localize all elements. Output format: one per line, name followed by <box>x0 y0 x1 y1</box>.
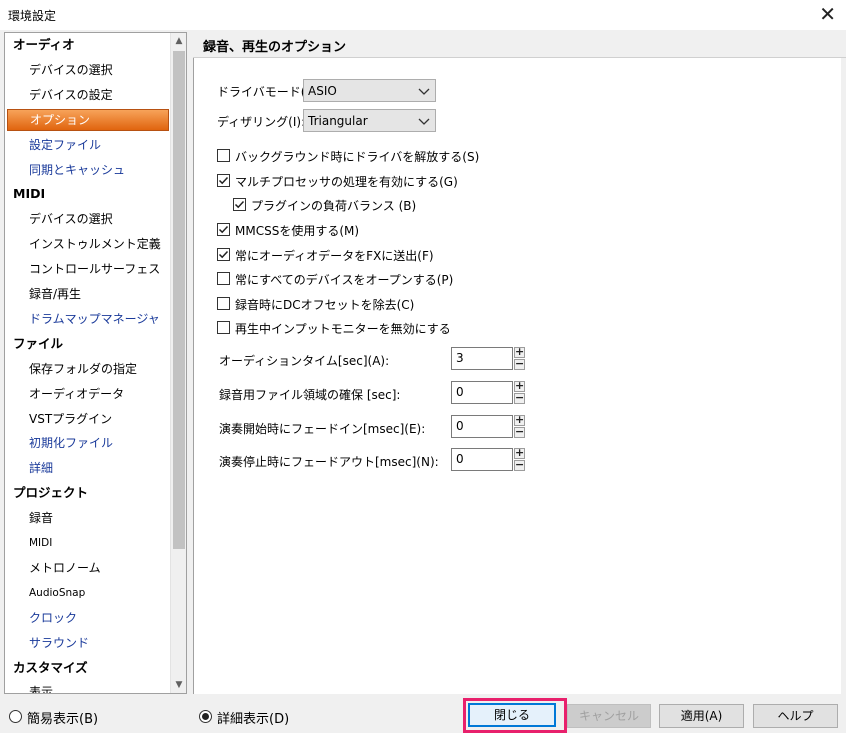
dithering-select[interactable]: Triangular <box>303 109 436 132</box>
tree-item[interactable]: インストゥルメント定義 <box>29 233 161 255</box>
checkbox-label: 常にオーディオデータをFXに送出(F) <box>235 249 434 263</box>
checkbox-label: 常にすべてのデバイスをオープンする(P) <box>235 273 454 287</box>
panel-header: 録音、再生のオプション <box>193 30 846 58</box>
tree-item[interactable]: デバイスの設定 <box>29 84 113 106</box>
checkbox[interactable] <box>217 321 230 334</box>
tree-item[interactable]: VSTプラグイン <box>29 408 112 430</box>
checkmark-icon <box>218 176 229 185</box>
checkbox-checked[interactable] <box>217 223 230 236</box>
spin-buttons: + − <box>514 447 525 471</box>
scroll-up-icon[interactable]: ▲ <box>171 33 186 49</box>
minus-icon[interactable]: − <box>514 392 525 404</box>
checkbox[interactable] <box>217 149 230 162</box>
tree-item[interactable]: 表示 <box>29 681 53 693</box>
title-bar: 環境設定 ✕ <box>0 0 846 30</box>
numeric-input[interactable]: 0 <box>451 415 513 438</box>
checkbox-label: MMCSSを使用する(M) <box>235 224 360 238</box>
tree-item[interactable]: 設定ファイル <box>29 134 101 156</box>
tree-group[interactable]: MIDI <box>13 183 45 205</box>
tree-item[interactable]: 初期化ファイル <box>29 432 113 454</box>
tree-item[interactable]: AudioSnap <box>29 582 85 604</box>
spin-buttons: + − <box>514 414 525 438</box>
checkbox-label: マルチプロセッサの処理を有効にする(G) <box>235 175 458 189</box>
numeric-input[interactable]: 3 <box>451 347 513 370</box>
minus-icon[interactable]: − <box>514 426 525 438</box>
minus-icon[interactable]: − <box>514 459 525 471</box>
numeric-field-label: 録音用ファイル領域の確保 [sec]: <box>219 388 401 402</box>
tree-group[interactable]: プロジェクト <box>13 482 88 504</box>
chevron-down-icon <box>418 118 430 125</box>
numeric-field-label: オーディションタイム[sec](A): <box>219 354 390 368</box>
tree-item[interactable]: コントロールサーフェス <box>29 258 160 280</box>
numeric-value: 0 <box>456 452 464 466</box>
window-title: 環境設定 <box>8 9 57 23</box>
numeric-input[interactable]: 0 <box>451 381 513 404</box>
numeric-value: 3 <box>456 351 464 365</box>
tree-item[interactable]: デバイスの選択 <box>29 59 113 81</box>
simple-view-label: 簡易表示(B) <box>27 712 99 727</box>
checkmark-icon <box>234 200 245 209</box>
tree-item[interactable]: 詳細 <box>29 457 53 479</box>
numeric-field-label: 演奏開始時にフェードイン[msec](E): <box>219 422 426 436</box>
tree-scrollbar[interactable]: ▲ ▼ <box>170 33 186 693</box>
help-button[interactable]: ヘルプ <box>753 704 838 728</box>
checkbox-label: 録音時にDCオフセットを除去(C) <box>235 298 415 312</box>
radio-button[interactable] <box>9 710 22 723</box>
scroll-down-icon[interactable]: ▼ <box>171 677 186 693</box>
tree-item[interactable]: クロック <box>29 607 77 629</box>
checkbox-checked[interactable] <box>217 174 230 187</box>
numeric-value: 0 <box>456 385 464 399</box>
tree-item[interactable]: 録音 <box>29 507 53 529</box>
tree-group[interactable]: オーディオ <box>13 34 75 56</box>
scroll-thumb[interactable] <box>173 51 185 549</box>
tree-item[interactable]: 保存フォルダの指定 <box>29 358 137 380</box>
spin-buttons: + − <box>514 380 525 404</box>
checkbox-checked[interactable] <box>233 198 246 211</box>
tree-item[interactable]: ドラムマップマネージャ <box>29 308 160 330</box>
checkmark-icon <box>218 225 229 234</box>
tree-item[interactable]: デバイスの選択 <box>29 208 113 230</box>
tree-group[interactable]: カスタマイズ <box>13 657 88 679</box>
numeric-value: 0 <box>456 419 464 433</box>
tree-item[interactable]: オプション <box>7 108 169 131</box>
dithering-value: Triangular <box>308 114 368 128</box>
checkmark-icon <box>218 250 229 259</box>
spin-buttons: + − <box>514 346 525 370</box>
checkbox[interactable] <box>217 297 230 310</box>
driver-mode-value: ASIO <box>308 84 337 98</box>
tree-item[interactable]: オーディオデータ <box>29 383 124 405</box>
tree-item[interactable]: メトロノーム <box>29 557 101 579</box>
checkbox-label: プラグインの負荷バランス (B) <box>251 199 417 213</box>
minus-icon[interactable]: − <box>514 358 525 370</box>
highlight-frame <box>463 698 567 733</box>
numeric-field-label: 演奏停止時にフェードアウト[msec](N): <box>219 455 439 469</box>
driver-mode-select[interactable]: ASIO <box>303 79 436 102</box>
radio-button[interactable] <box>199 710 212 723</box>
detail-view-label: 詳細表示(D) <box>217 712 290 727</box>
checkbox[interactable] <box>217 272 230 285</box>
dithering-label: ディザリング(I): <box>217 115 306 129</box>
checkbox-checked[interactable] <box>217 248 230 261</box>
close-icon[interactable]: ✕ <box>819 3 836 25</box>
radio-dot-icon <box>202 713 209 720</box>
chevron-down-icon <box>418 88 430 95</box>
tree-group[interactable]: ファイル <box>13 333 63 355</box>
tree-item[interactable]: MIDI <box>29 532 52 554</box>
checkbox-label: 再生中インプットモニターを無効にする <box>235 322 451 336</box>
apply-button[interactable]: 適用(A) <box>659 704 744 728</box>
cancel-button: キャンセル <box>567 704 651 728</box>
checkbox-label: バックグラウンド時にドライバを解放する(S) <box>235 150 480 164</box>
tree-item[interactable]: 同期とキャッシュ <box>29 159 125 181</box>
numeric-input[interactable]: 0 <box>451 448 513 471</box>
panel-title: 録音、再生のオプション <box>203 40 347 55</box>
tree-item[interactable]: サラウンド <box>29 632 89 654</box>
tree-item[interactable]: 録音/再生 <box>29 283 81 305</box>
settings-tree[interactable]: オーディオ デバイスの選択 デバイスの設定 オプション 設定ファイル 同期とキャッシュ MI… <box>4 32 187 694</box>
